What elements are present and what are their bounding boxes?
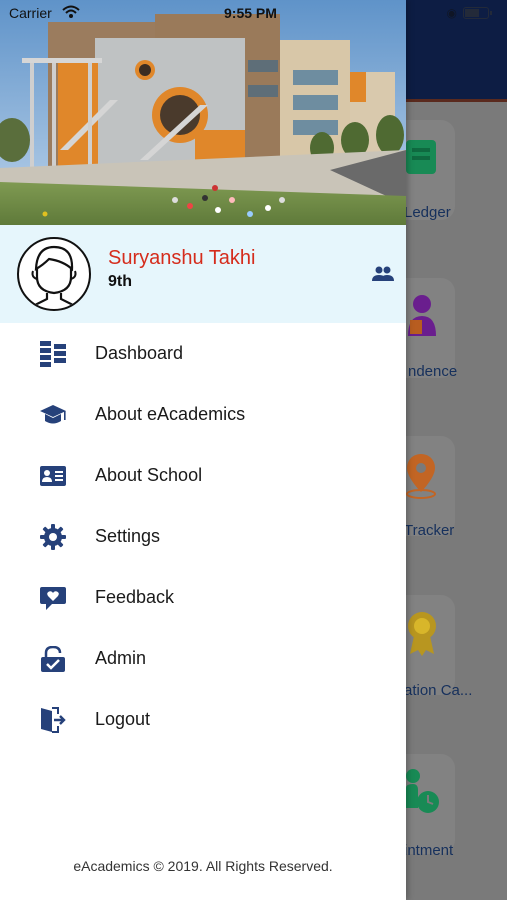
carrier-label: Carrier (9, 5, 52, 21)
menu-label-about-eacademics: About eAcademics (95, 404, 246, 424)
status-bar: Carrier 9:55 PM ◉ (0, 0, 507, 26)
gear-icon (40, 524, 66, 550)
graduation-cap-icon (40, 405, 66, 424)
menu-item-admin[interactable]: Admin (0, 628, 406, 689)
tile-tracker-label: Tracker (404, 522, 455, 539)
feedback-heart-icon (40, 587, 66, 610)
tile-attendance-label: ndence (408, 363, 458, 380)
school-building-photo (0, 0, 406, 225)
avatar[interactable] (17, 237, 91, 311)
menu-label-dashboard: Dashboard (95, 343, 184, 363)
menu-label-admin: Admin (95, 648, 147, 668)
student-class: 9th (108, 273, 132, 290)
admin-lock-icon (41, 646, 65, 672)
switch-user-icon[interactable] (372, 265, 394, 283)
menu-label-settings: Settings (95, 526, 161, 546)
attendance-icon (408, 295, 436, 336)
menu-item-about-eacademics[interactable]: About eAcademics (0, 384, 406, 445)
copyright-footer: eAcademics © 2019. All Rights Reserved. (73, 858, 333, 874)
id-card-icon (40, 466, 66, 486)
student-avatar-icon (26, 245, 82, 309)
menu-label-about-school: About School (95, 465, 203, 485)
location-pin-icon (406, 454, 436, 499)
menu-item-dashboard[interactable]: Dashboard (0, 323, 406, 384)
logout-door-icon (41, 707, 66, 733)
ledger-icon (406, 140, 436, 174)
navigation-drawer: Suryanshu Takhi 9th Dashboard About eAca… (0, 0, 406, 900)
orientation-lock-icon: ◉ (446, 6, 457, 20)
wifi-icon (62, 5, 80, 18)
profile-section[interactable]: Suryanshu Takhi 9th (0, 225, 406, 323)
menu-label-feedback: Feedback (95, 587, 175, 607)
tile-ledger-label: Ledger (404, 204, 451, 221)
drawer-menu: Dashboard About eAcademics About School (0, 323, 406, 750)
dashboard-grid-icon (40, 341, 66, 367)
student-name: Suryanshu Takhi (108, 247, 256, 269)
tile-certificate-label: ation Ca... (404, 682, 473, 699)
award-badge-icon (408, 612, 436, 656)
clock: 9:55 PM (224, 5, 277, 21)
menu-item-logout[interactable]: Logout (0, 689, 406, 750)
menu-item-about-school[interactable]: About School (0, 445, 406, 506)
menu-label-logout: Logout (95, 709, 151, 729)
menu-item-feedback[interactable]: Feedback (0, 567, 406, 628)
battery-icon (463, 7, 492, 19)
appointment-icon (406, 769, 439, 813)
menu-item-settings[interactable]: Settings (0, 506, 406, 567)
tile-appointment-label: intment (404, 842, 454, 859)
